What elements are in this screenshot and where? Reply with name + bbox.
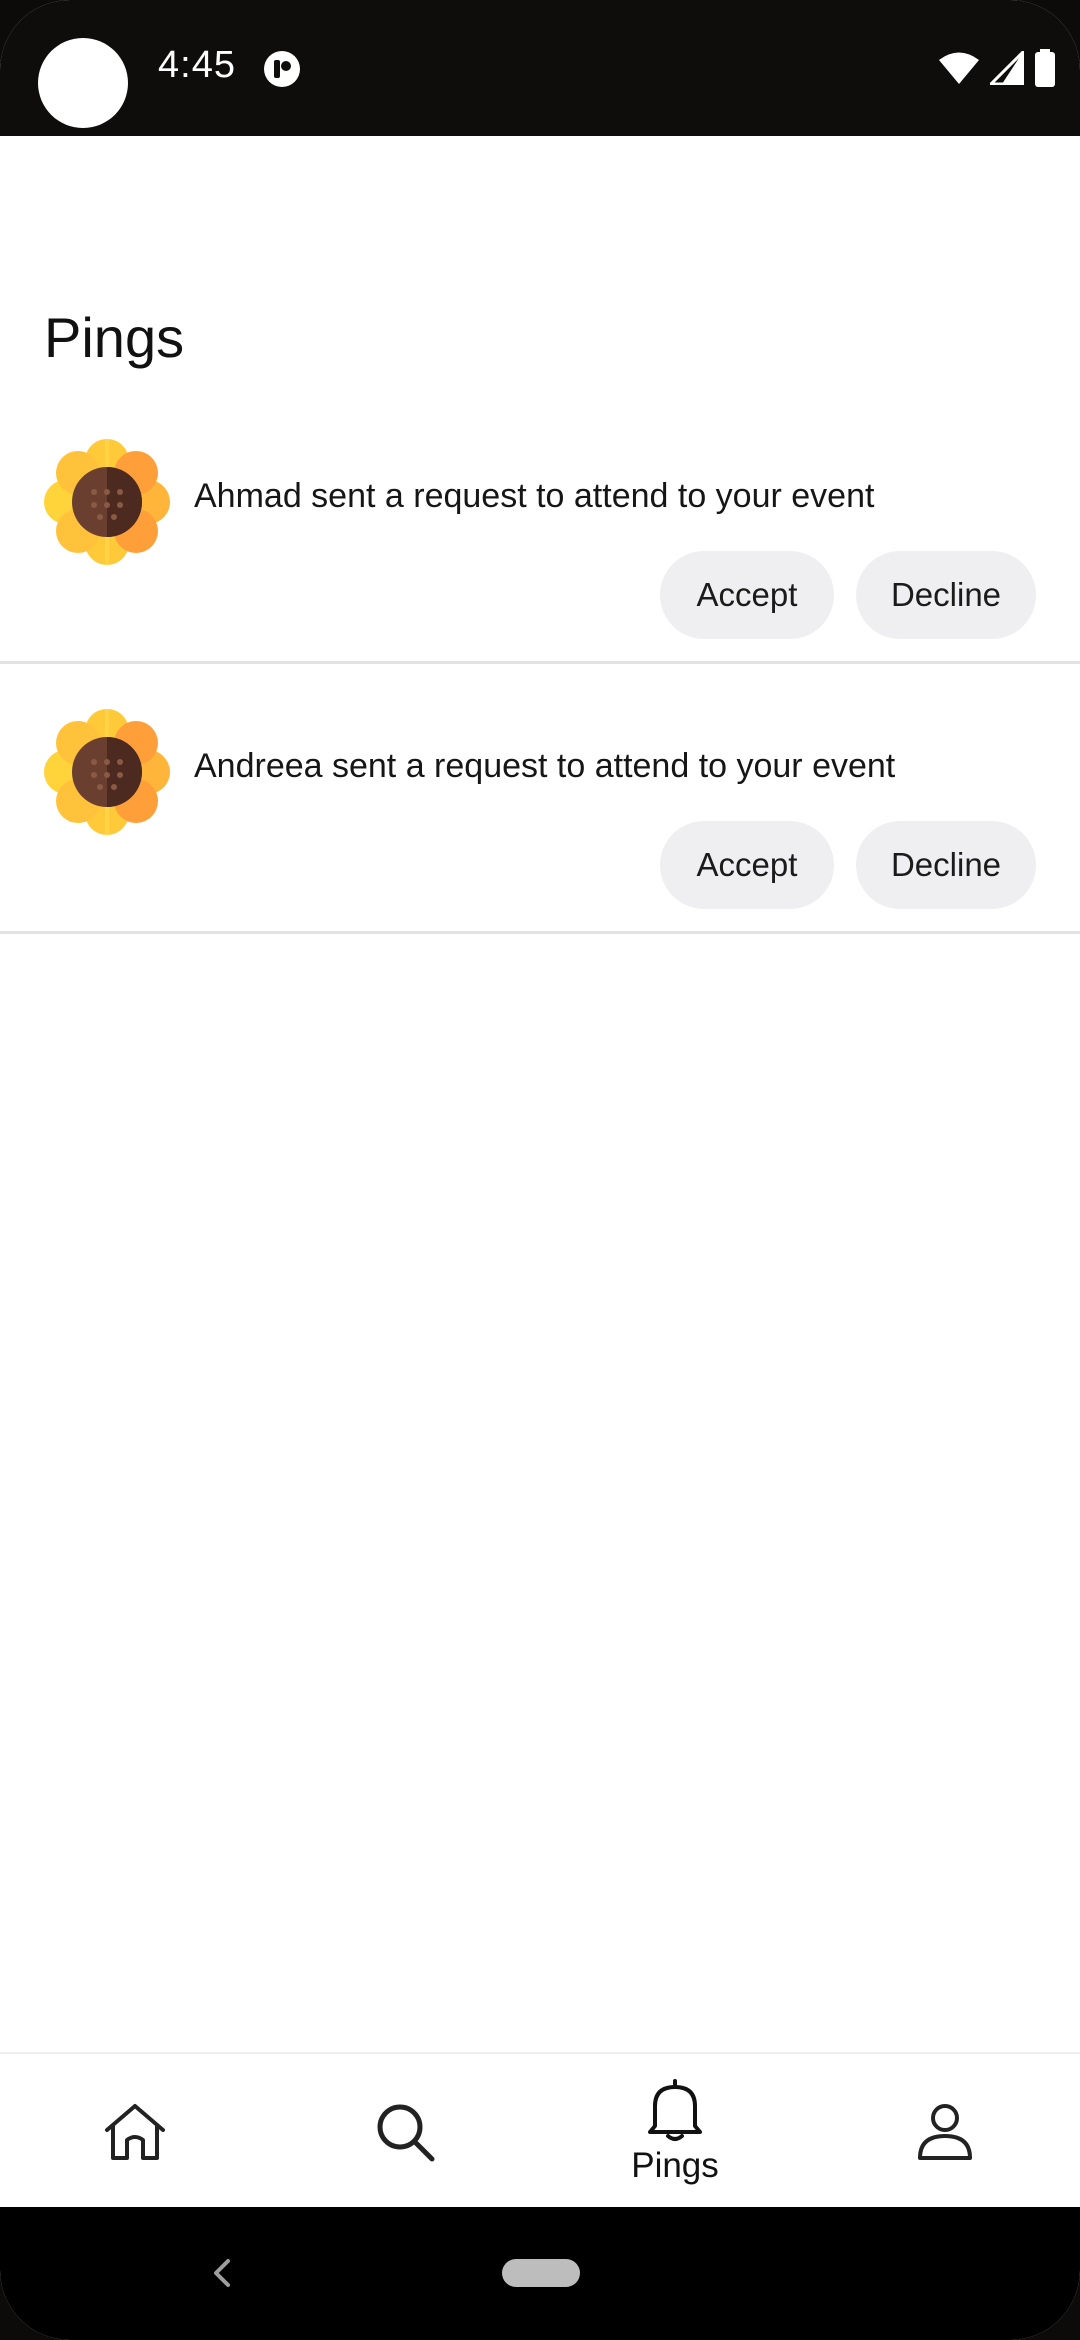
ping-message: Ahmad sent a request to attend to your e… (194, 477, 875, 515)
app-notification-icon (264, 51, 300, 87)
status-bar: 4:45 (0, 0, 1080, 136)
nav-pings[interactable]: Pings (575, 2054, 775, 2209)
cell-signal-icon (990, 51, 1024, 85)
sunflower-icon (44, 439, 170, 565)
page-title: Pings (44, 306, 185, 369)
bottom-nav: Pings (0, 2052, 1080, 2209)
accept-button[interactable]: Accept (660, 551, 834, 639)
back-arrow-icon[interactable] (208, 2257, 236, 2289)
screen: 4:45 Pings Ahmad sent a request to atten… (0, 0, 1080, 2340)
status-time: 4:45 (158, 44, 236, 86)
ping-message: Andreea sent a request to attend to your… (194, 747, 896, 785)
wifi-icon (939, 52, 979, 84)
nav-search[interactable] (305, 2054, 505, 2209)
accept-button[interactable]: Accept (660, 821, 834, 909)
search-icon (377, 2104, 435, 2161)
camera-cutout (38, 38, 128, 128)
system-nav-bar (0, 2207, 1080, 2340)
nav-home[interactable] (35, 2054, 235, 2209)
sunflower-icon (44, 709, 170, 835)
home-icon (105, 2103, 165, 2160)
battery-icon (1035, 49, 1055, 87)
decline-button[interactable]: Decline (856, 551, 1036, 639)
decline-button[interactable]: Decline (856, 821, 1036, 909)
profile-icon (918, 2103, 972, 2160)
nav-pings-label: Pings (631, 2145, 719, 2185)
ping-item: Ahmad sent a request to attend to your e… (0, 431, 1080, 664)
status-icons (938, 48, 1056, 88)
nav-profile[interactable] (845, 2054, 1045, 2209)
home-gesture-pill[interactable] (502, 2259, 580, 2287)
ping-item: Andreea sent a request to attend to your… (0, 701, 1080, 934)
bell-icon (648, 2078, 702, 2141)
